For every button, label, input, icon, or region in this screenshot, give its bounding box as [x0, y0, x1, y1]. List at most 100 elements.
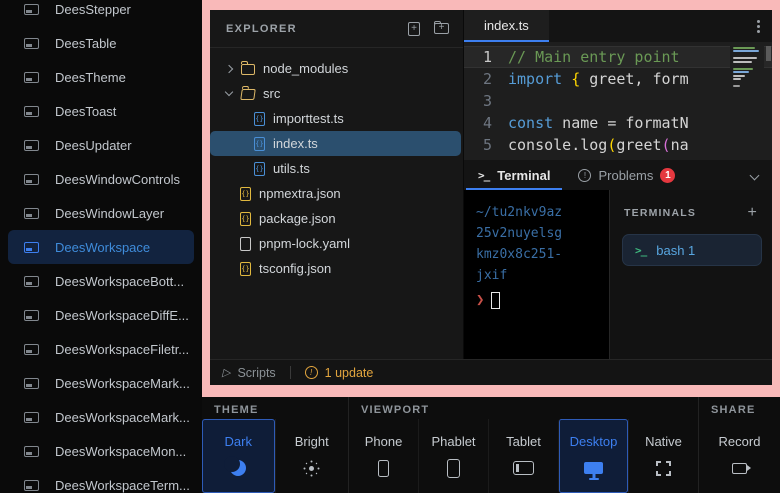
- code-editor[interactable]: 1// Main entry point2import { greet, for…: [464, 42, 772, 160]
- sidebar-item-deestable[interactable]: DeesTable: [8, 26, 194, 60]
- sidebar-item-deeswindowlayer[interactable]: DeesWindowLayer: [8, 196, 194, 230]
- toolbar-section-title: THEME: [202, 397, 348, 419]
- viewport-tablet-button[interactable]: Tablet: [488, 419, 558, 493]
- terminal-cursor: [491, 292, 500, 309]
- sidebar-item-deesupdater[interactable]: DeesUpdater: [8, 128, 194, 162]
- sidebar-item-deesworkspace[interactable]: DeesWorkspace: [8, 230, 194, 264]
- tree-item-label: src: [263, 86, 280, 101]
- toolbar-section-share: SHARERecord: [698, 397, 780, 493]
- share-record-button[interactable]: Record: [699, 419, 780, 493]
- sidebar-item-deesstepper[interactable]: DeesStepper: [8, 0, 194, 26]
- toolbar-section-title: SHARE: [699, 397, 780, 419]
- button-icon-holder: [656, 458, 671, 478]
- sidebar-item-label: DeesWorkspaceDiffE...: [55, 308, 189, 323]
- component-icon: [24, 140, 39, 151]
- new-file-icon[interactable]: [408, 22, 420, 36]
- minimap[interactable]: [730, 45, 764, 160]
- tree-item-tsconfig-json[interactable]: tsconfig.json: [210, 256, 463, 281]
- sidebar-item-deestheme[interactable]: DeesTheme: [8, 60, 194, 94]
- json-file-icon: [240, 212, 251, 226]
- sidebar-item-deeswindowcontrols[interactable]: DeesWindowControls: [8, 162, 194, 196]
- code-text: const name = formatN: [508, 112, 689, 134]
- moon-icon: [230, 460, 246, 476]
- terminals-list: >_bash 1: [622, 234, 762, 266]
- update-warning-icon: [305, 366, 318, 379]
- tree-item-src[interactable]: src: [210, 81, 463, 106]
- ts-file-icon: [254, 112, 265, 126]
- sun-icon: [309, 466, 314, 471]
- update-button[interactable]: 1 update: [305, 366, 374, 380]
- json-file-icon: [240, 187, 251, 201]
- terminal-session-label: bash 1: [656, 243, 695, 258]
- sidebar-item-deesworkspacemark[interactable]: DeesWorkspaceMark...: [8, 366, 194, 400]
- sidebar-item-label: DeesWorkspaceMark...: [55, 376, 190, 391]
- sidebar-item-deesworkspacebott[interactable]: DeesWorkspaceBott...: [8, 264, 194, 298]
- terminal-icon: >_: [478, 169, 489, 182]
- scrollbar-thumb[interactable]: [766, 46, 771, 61]
- sidebar-item-deestoast[interactable]: DeesToast: [8, 94, 194, 128]
- component-icon: [24, 310, 39, 321]
- status-bar: Scripts 1 update: [210, 359, 772, 385]
- workspace-main: EXPLORER node_modulessrcimporttest.tsind…: [210, 10, 772, 359]
- button-icon-holder: [378, 458, 389, 478]
- code-line: 2import { greet, form: [464, 68, 772, 90]
- kebab-menu-icon[interactable]: [757, 25, 760, 28]
- tree-item-node-modules[interactable]: node_modules: [210, 56, 463, 81]
- sidebar-item-deesworkspacemark[interactable]: DeesWorkspaceMark...: [8, 400, 194, 434]
- chevron-right-icon: [225, 64, 233, 72]
- sidebar-item-deesworkspacediffe[interactable]: DeesWorkspaceDiffE...: [8, 298, 194, 332]
- add-terminal-button[interactable]: +: [747, 204, 758, 222]
- problems-tab-label: Problems: [598, 168, 653, 183]
- sidebar-item-deesworkspaceterm[interactable]: DeesWorkspaceTerm...: [8, 468, 194, 493]
- tree-item-npmextra-json[interactable]: npmextra.json: [210, 181, 463, 206]
- status-divider: [290, 366, 291, 379]
- new-folder-icon[interactable]: [434, 23, 449, 34]
- editor-column: index.ts 1// Main entry point2import { g…: [464, 10, 772, 359]
- toolbar-buttons: DarkBright: [202, 419, 348, 493]
- sidebar-item-label: DeesTheme: [55, 70, 126, 85]
- terminal-prompt-line: ❯: [476, 288, 609, 312]
- viewport-desktop-button[interactable]: Desktop: [558, 419, 628, 493]
- terminal-line: ~/tu2nkv9az: [476, 202, 609, 223]
- line-number: 2: [464, 68, 508, 90]
- tree-item-label: utils.ts: [273, 161, 310, 176]
- button-icon-holder: [584, 458, 603, 478]
- component-icon: [24, 106, 39, 117]
- code-line: 3: [464, 90, 772, 112]
- theme-dark-button[interactable]: Dark: [202, 419, 275, 493]
- tree-item-pnpm-lock-yaml[interactable]: pnpm-lock.yaml: [210, 231, 463, 256]
- terminal-output[interactable]: ~/tu2nkv9az25v2nuyelsgkmz0x8c251-jxif ❯: [464, 190, 609, 359]
- tree-item-package-json[interactable]: package.json: [210, 206, 463, 231]
- theme-bright-button[interactable]: Bright: [275, 419, 349, 493]
- component-icon: [24, 38, 39, 49]
- sidebar-item-deesworkspacemon[interactable]: DeesWorkspaceMon...: [8, 434, 194, 468]
- viewport-native-button[interactable]: Native: [628, 419, 698, 493]
- button-label: Phone: [365, 434, 403, 449]
- tree-item-index-ts[interactable]: index.ts: [210, 131, 461, 156]
- component-icon: [24, 242, 39, 253]
- terminal-session-bash-1[interactable]: >_bash 1: [622, 234, 762, 266]
- tab-terminal[interactable]: >_ Terminal: [464, 160, 564, 190]
- desktop-icon: [584, 462, 603, 474]
- tab-problems[interactable]: Problems 1: [564, 160, 689, 190]
- button-icon-holder: [732, 458, 747, 478]
- terminals-title: TERMINALS: [624, 207, 696, 219]
- terminals-panel: TERMINALS + >_bash 1: [609, 190, 772, 359]
- chevron-down-icon[interactable]: [750, 170, 760, 180]
- editor-tab-index-ts[interactable]: index.ts: [464, 10, 549, 42]
- tree-item-utils-ts[interactable]: utils.ts: [210, 156, 463, 181]
- editor-tab-label: index.ts: [484, 18, 529, 33]
- viewport-phone-button[interactable]: Phone: [349, 419, 418, 493]
- tree-item-importtest-ts[interactable]: importtest.ts: [210, 106, 463, 131]
- toolbar-section-theme: THEMEDarkBright: [202, 397, 348, 493]
- sidebar-item-deesworkspacefiletr[interactable]: DeesWorkspaceFiletr...: [8, 332, 194, 366]
- tree-item-label: npmextra.json: [259, 186, 341, 201]
- ts-file-icon: [254, 137, 265, 151]
- terminal-lines: ~/tu2nkv9az25v2nuyelsgkmz0x8c251-jxif: [476, 202, 609, 286]
- viewport-phablet-button[interactable]: Phablet: [418, 419, 488, 493]
- sidebar-item-label: DeesTable: [55, 36, 116, 51]
- scripts-button[interactable]: Scripts: [222, 366, 276, 380]
- panel-body: ~/tu2nkv9az25v2nuyelsgkmz0x8c251-jxif ❯ …: [464, 190, 772, 359]
- tree-item-label: tsconfig.json: [259, 261, 331, 276]
- tree-item-label: index.ts: [273, 136, 318, 151]
